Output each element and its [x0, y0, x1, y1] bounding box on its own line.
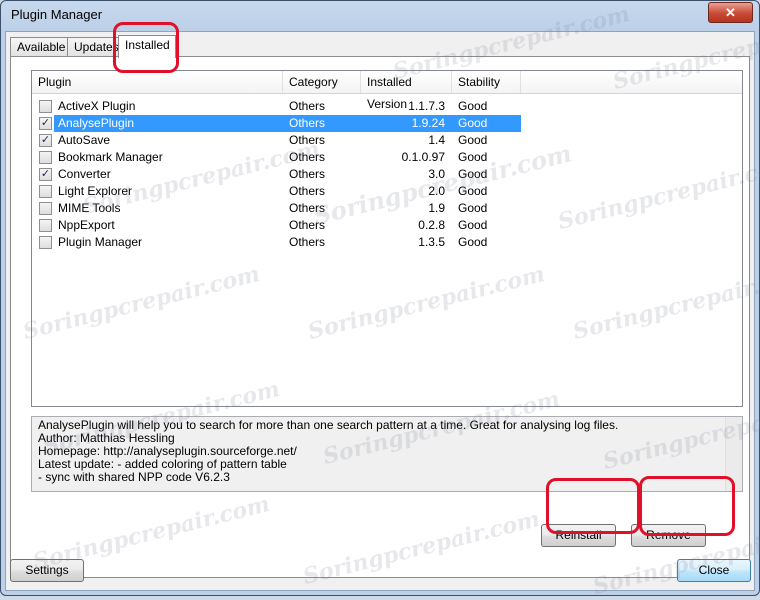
- plugin-name-cell: Plugin Manager: [58, 235, 143, 249]
- plugin-name-cell: Converter: [58, 167, 111, 181]
- version-cell: 1.1.7.3: [408, 99, 445, 113]
- stability-cell: Good: [458, 99, 488, 113]
- category-cell: Others: [289, 150, 326, 164]
- table-row[interactable]: ✓ AnalysePlugin Others 1.9.24 Good: [32, 115, 742, 132]
- column-plugin[interactable]: Plugin: [32, 71, 283, 93]
- column-stability[interactable]: Stability: [452, 71, 521, 93]
- table-row[interactable]: Bookmark Manager Others 0.1.0.97 Good: [32, 149, 742, 166]
- table-row[interactable]: MIME Tools Others 1.9 Good: [32, 200, 742, 217]
- category-cell: Others: [289, 133, 326, 147]
- highlight-marker-remove: [639, 476, 735, 536]
- plugin-checkbox[interactable]: ✓: [39, 117, 52, 130]
- plugin-name-cell: AnalysePlugin: [58, 116, 135, 130]
- highlight-marker-reinstall: [546, 478, 640, 534]
- stability-cell: Good: [458, 116, 488, 130]
- plugin-list[interactable]: Plugin Category Installed Version Stabil…: [31, 70, 743, 407]
- plugin-name-cell: AutoSave: [58, 133, 111, 147]
- column-category[interactable]: Category: [283, 71, 361, 93]
- stability-cell: Good: [458, 201, 488, 215]
- window-close-icon[interactable]: ✕: [708, 2, 753, 23]
- stability-cell: Good: [458, 150, 488, 164]
- table-row[interactable]: Light Explorer Others 2.0 Good: [32, 183, 742, 200]
- plugin-checkbox[interactable]: [39, 151, 52, 164]
- category-cell: Others: [289, 99, 326, 113]
- stability-cell: Good: [458, 167, 488, 181]
- description-line: - sync with shared NPP code V6.2.3: [38, 470, 230, 484]
- version-cell: 1.4: [428, 133, 445, 147]
- version-cell: 3.0: [428, 167, 445, 181]
- version-cell: 0.2.8: [418, 218, 445, 232]
- plugin-name-cell: Bookmark Manager: [58, 150, 163, 164]
- plugin-name-cell: ActiveX Plugin: [58, 99, 136, 113]
- table-row[interactable]: ✓ AutoSave Others 1.4 Good: [32, 132, 742, 149]
- version-cell: 2.0: [428, 184, 445, 198]
- plugin-name-cell: Light Explorer: [58, 184, 133, 198]
- plugin-checkbox[interactable]: ✓: [39, 134, 52, 147]
- window-title: Plugin Manager: [11, 7, 103, 22]
- list-header: Plugin Category Installed Version Stabil…: [32, 71, 742, 111]
- category-cell: Others: [289, 116, 326, 130]
- plugin-checkbox[interactable]: [39, 100, 52, 113]
- settings-button[interactable]: Settings: [10, 559, 84, 582]
- column-installed-version[interactable]: Installed Version: [361, 71, 452, 111]
- plugin-checkbox[interactable]: [39, 202, 52, 215]
- version-cell: 1.9: [428, 201, 445, 215]
- table-row[interactable]: Plugin Manager Others 1.3.5 Good: [32, 234, 742, 251]
- tab-available[interactable]: Available: [10, 37, 68, 57]
- tab-installed[interactable]: Installed: [118, 35, 176, 58]
- close-button[interactable]: Close: [677, 559, 751, 582]
- plugin-checkbox[interactable]: [39, 185, 52, 198]
- category-cell: Others: [289, 201, 326, 215]
- stability-cell: Good: [458, 133, 488, 147]
- table-row[interactable]: ✓ Converter Others 3.0 Good: [32, 166, 742, 183]
- version-cell: 0.1.0.97: [401, 150, 445, 164]
- table-row[interactable]: ActiveX Plugin Others 1.1.7.3 Good: [32, 98, 742, 115]
- category-cell: Others: [289, 167, 326, 181]
- version-cell: 1.9.24: [411, 116, 445, 130]
- plugin-name-cell: NppExport: [58, 218, 115, 232]
- version-cell: 1.3.5: [418, 235, 445, 249]
- plugin-checkbox[interactable]: [39, 219, 52, 232]
- tab-updates[interactable]: Updates: [67, 37, 119, 57]
- category-cell: Others: [289, 218, 326, 232]
- plugin-name-cell: MIME Tools: [58, 201, 121, 215]
- category-cell: Others: [289, 235, 326, 249]
- table-row[interactable]: NppExport Others 0.2.8 Good: [32, 217, 742, 234]
- stability-cell: Good: [458, 235, 488, 249]
- plugin-checkbox[interactable]: [39, 236, 52, 249]
- plugin-checkbox[interactable]: ✓: [39, 168, 52, 181]
- category-cell: Others: [289, 184, 326, 198]
- stability-cell: Good: [458, 184, 488, 198]
- stability-cell: Good: [458, 218, 488, 232]
